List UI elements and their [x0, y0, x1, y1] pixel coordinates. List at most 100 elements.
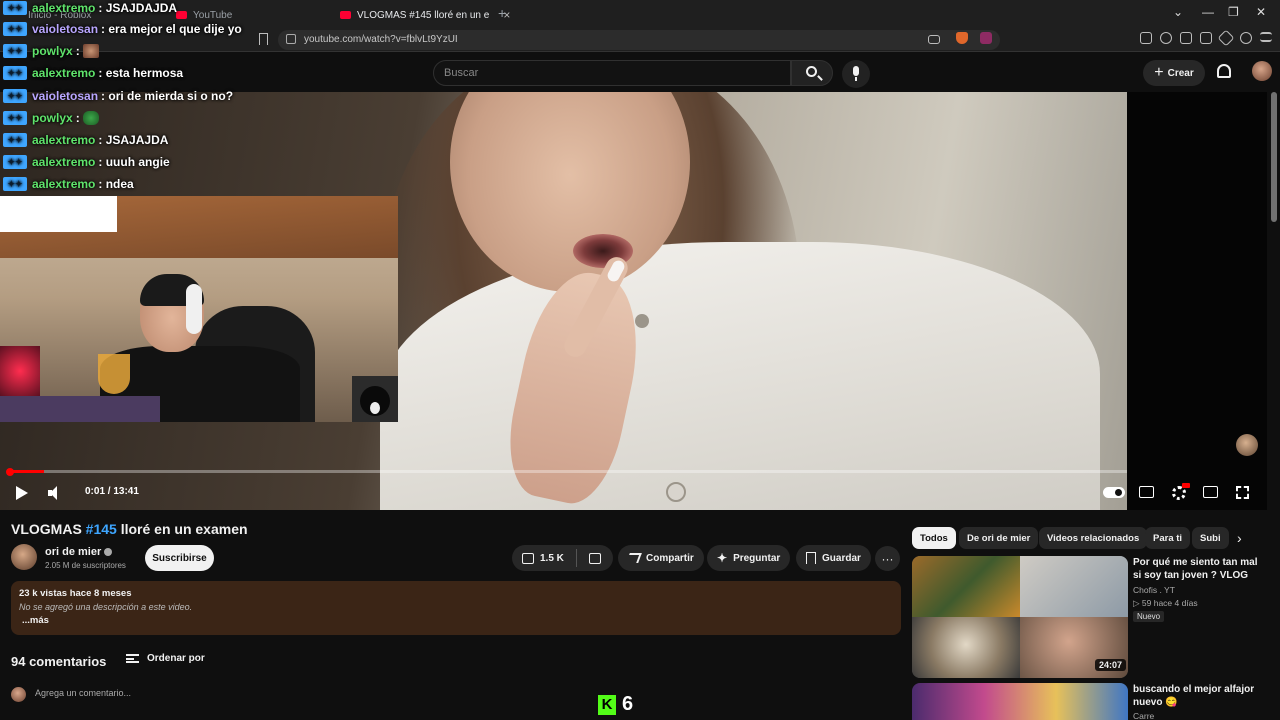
verified-icon	[104, 548, 113, 557]
media-icon[interactable]	[1160, 32, 1172, 44]
recommended-channel[interactable]: Chofis . YT	[1133, 585, 1175, 595]
chip-todos[interactable]: Todos	[912, 527, 956, 549]
related-filter-chips: Todos De ori de mier Videos relacionados…	[912, 527, 1256, 549]
chat-message: ✦✦ powlyx :	[3, 108, 99, 128]
extensions-icon[interactable]	[1140, 32, 1152, 44]
chat-badge-icon: ✦✦	[3, 1, 27, 15]
thumbnail-part	[1020, 556, 1128, 617]
vpn-icon[interactable]	[1240, 32, 1252, 44]
sort-comments-button[interactable]: Ordenar por	[126, 653, 205, 664]
search-icon	[806, 66, 817, 77]
dislike-icon[interactable]	[588, 552, 601, 564]
cast-icon[interactable]	[928, 35, 940, 44]
recommended-title[interactable]: Por qué me siento tan mal si soy tan jov…	[1133, 556, 1263, 582]
chat-badge-icon: ✦✦	[3, 89, 27, 103]
chat-badge-icon: ✦✦	[3, 22, 27, 36]
save-button[interactable]: Guardar	[796, 545, 871, 571]
account-avatar[interactable]	[1252, 61, 1272, 81]
sparkle-icon: ✦	[717, 551, 728, 565]
comments-count: 94 comentarios	[11, 654, 107, 669]
menu-icon[interactable]	[1260, 32, 1272, 42]
show-more-link[interactable]: ...más	[22, 615, 49, 626]
chip-channel[interactable]: De ori de mier	[959, 527, 1039, 549]
volume-icon[interactable]	[48, 486, 62, 500]
progress-bar[interactable]	[10, 470, 1127, 473]
chip-for-you[interactable]: Para ti	[1145, 527, 1191, 549]
subscribe-button[interactable]: Suscribirse	[145, 545, 214, 571]
like-icon[interactable]	[522, 552, 534, 564]
hashtag-link[interactable]: #145	[86, 521, 117, 537]
viewer-count: 6	[622, 693, 634, 715]
chat-message: ✦✦ aalextremo : JSAJDAJDA	[3, 0, 177, 18]
page-scrollbar[interactable]	[1271, 92, 1277, 222]
recommended-channel[interactable]: Carre	[1133, 711, 1154, 720]
recommended-title[interactable]: buscando el mejor alfajor nuevo 😋	[1133, 683, 1268, 709]
tab-search-icon[interactable]: ⌄	[1173, 5, 1183, 19]
wallet-icon[interactable]	[1200, 32, 1212, 44]
channel-avatar[interactable]	[11, 544, 37, 570]
brave-shield-icon[interactable]	[956, 32, 968, 44]
chip-subscriptions[interactable]: Subi	[1192, 527, 1229, 549]
site-info-icon[interactable]	[286, 34, 296, 44]
bookmark-icon[interactable]	[259, 33, 268, 45]
subscriber-count: 2.05 M de suscriptores	[45, 561, 126, 570]
tab-video[interactable]: VLOGMAS #145 lloré en un e ×	[332, 4, 518, 26]
notifications-bell-icon[interactable]	[1217, 64, 1231, 78]
youtube-favicon-icon	[340, 11, 351, 19]
shirt-button	[666, 482, 686, 502]
progress-played	[10, 470, 44, 473]
desk	[0, 396, 160, 422]
chat-badge-icon: ✦✦	[3, 111, 27, 125]
wine-glass	[98, 354, 130, 394]
channel-name[interactable]: ori de mier	[45, 546, 113, 558]
share-button[interactable]: Compartir	[618, 545, 704, 571]
new-tab-button[interactable]: +	[498, 5, 506, 21]
emote-face-icon	[82, 44, 99, 58]
create-button[interactable]: + Crear	[1143, 60, 1205, 86]
search-input[interactable]: Buscar	[433, 60, 791, 86]
recommended-thumbnail[interactable]	[912, 683, 1128, 720]
chevron-right-icon[interactable]: ›	[1237, 530, 1242, 546]
chat-message: ✦✦ aalextremo : ndea	[3, 174, 134, 194]
emote-frog-icon	[82, 111, 99, 125]
save-icon	[806, 552, 816, 564]
url-text: youtube.com/watch?v=fblvLt9YzUI	[304, 34, 458, 45]
share-icon	[626, 553, 642, 563]
kick-logo-icon: K	[598, 694, 616, 715]
comment-input[interactable]: Agrega un comentario...	[35, 688, 131, 698]
like-count[interactable]: 1.5 K	[540, 553, 564, 564]
autoplay-toggle[interactable]	[1103, 487, 1125, 498]
video-title: VLOGMAS #145 lloré en un examen	[11, 521, 248, 537]
voice-search-icon[interactable]	[842, 60, 870, 88]
description-box[interactable]: 23 k vistas hace 8 meses No se agregó un…	[11, 581, 901, 635]
settings-gear-icon[interactable]	[1172, 486, 1186, 500]
chip-related[interactable]: Videos relacionados	[1039, 527, 1148, 549]
rewards-icon[interactable]	[980, 32, 992, 44]
cat-chest	[370, 402, 380, 414]
thumbnail-part	[912, 617, 1020, 678]
chat-message: ✦✦ vaioletosan : ori de mierda si o no?	[3, 86, 233, 106]
sidebar-icon[interactable]	[1180, 32, 1192, 44]
chat-badge-icon: ✦✦	[3, 66, 27, 80]
chat-message: ✦✦ aalextremo : esta hermosa	[3, 63, 183, 83]
cat-cam	[352, 376, 398, 422]
ask-button[interactable]: ✦ Preguntar	[707, 545, 791, 571]
chat-message: ✦✦ aalextremo : JSAJAJDA	[3, 130, 168, 150]
minimize-icon[interactable]: —	[1202, 5, 1214, 19]
play-icon[interactable]	[16, 486, 28, 500]
more-actions-button[interactable]: ···	[875, 546, 900, 571]
video-duration: 24:07	[1095, 659, 1127, 671]
search-button[interactable]	[791, 60, 833, 86]
chat-badge-icon: ✦✦	[3, 177, 27, 191]
views-and-date: 23 k vistas hace 8 meses	[19, 588, 132, 599]
progress-scrubber[interactable]	[6, 468, 14, 476]
close-window-icon[interactable]: ✕	[1256, 5, 1266, 19]
theater-mode-icon[interactable]	[1203, 486, 1218, 498]
channel-watermark[interactable]	[1236, 434, 1258, 456]
subtitles-icon[interactable]	[1139, 486, 1154, 498]
address-bar[interactable]: youtube.com/watch?v=fblvLt9YzUI	[278, 30, 1000, 50]
maximize-icon[interactable]: ❐	[1228, 5, 1239, 19]
webcam-white-box	[0, 196, 117, 232]
thumbnail-part	[912, 556, 1020, 617]
rgb-light	[0, 346, 40, 396]
